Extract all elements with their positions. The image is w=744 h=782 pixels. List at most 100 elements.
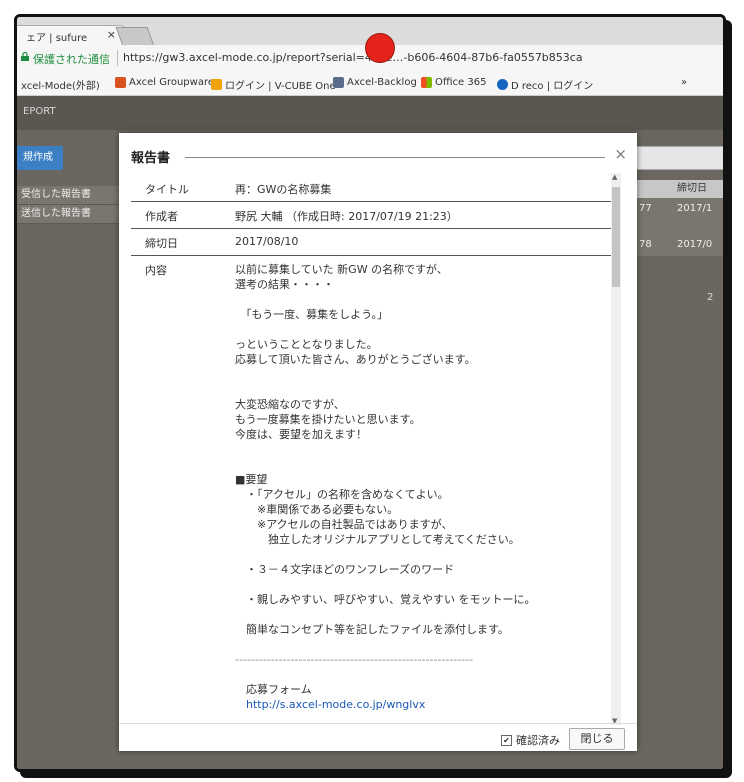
body-line <box>235 547 611 562</box>
body-line: 今度は、要望を加えます！ <box>235 428 367 441</box>
body-line: 簡単なコンセプト等を記したファイルを添付します。 <box>235 623 509 636</box>
row-id: 78 <box>639 239 652 250</box>
checkbox-icon[interactable]: ✔ <box>501 734 512 746</box>
bookmark-item[interactable]: ログイン | V-CUBE One <box>211 77 336 92</box>
field-row: 締切日 2017/08/10 <box>131 229 611 256</box>
app-header: EPORT <box>17 96 723 130</box>
app-title: EPORT <box>23 106 56 117</box>
sidebar: 受信した報告書 送信した報告書 <box>17 186 127 224</box>
body-line: 応募して頂いた皆さん、ありがとうございます。 <box>235 353 476 366</box>
bookmarks-more-icon[interactable]: » <box>681 77 687 88</box>
body-line <box>235 292 611 307</box>
row-id: 77 <box>639 203 652 214</box>
report-table: 締切日 77 2017/1 78 2017/0 <box>629 180 723 256</box>
bookmark-label: Axcel-Backlog <box>347 77 417 88</box>
body-line: 「もう一度、募集をしよう。」 <box>235 308 389 321</box>
body-line: ※アクセルの自社製品ではありますが、 <box>235 518 453 531</box>
bookmark-label: Office 365 <box>435 77 487 88</box>
body-line: ・３－４文字ほどのワンフレーズのワード <box>235 563 455 576</box>
body-line: っということとなりました。 <box>235 338 378 351</box>
close-icon[interactable]: × <box>614 145 627 163</box>
tab-title: ェア | sufure <box>26 33 88 44</box>
tab-close-icon[interactable]: × <box>107 28 116 41</box>
body-line: 独立したオリジナルアプリとして考えてください。 <box>235 533 520 546</box>
confirmed-label: 確認済み <box>516 734 560 747</box>
browser-tab[interactable]: ェア | sufure × <box>17 25 125 46</box>
body-line: もう一度募集を掛けたいと思います。 <box>235 413 421 426</box>
body-divider-line: ----------------------------------------… <box>235 653 474 666</box>
report-content: タイトル 再：GWの名称募集 作成者 野尻 大輔 （作成日時: 2017/07/… <box>131 175 611 715</box>
body-row: 内容 以前に募集していた 新GW の名称ですが、 選考の結果・・・・ 「もう一度… <box>131 256 611 712</box>
bookmarks-bar: xcel-Mode(外部) Axcel Groupware ログイン | V-C… <box>17 71 723 96</box>
vcube-icon <box>211 79 222 90</box>
divider <box>117 50 118 66</box>
body-line <box>235 367 611 382</box>
lock-icon <box>21 52 29 61</box>
dialog-title: 報告書 <box>131 151 171 166</box>
bookmark-label: ログイン | V-CUBE One <box>225 81 336 92</box>
record-indicator-icon <box>365 33 395 63</box>
table-row[interactable]: 77 2017/1 <box>629 198 723 220</box>
scroll-up-icon[interactable]: ▲ <box>612 173 617 181</box>
body-line <box>235 577 611 592</box>
new-tab-button[interactable] <box>115 27 155 46</box>
field-row: 作成者 野尻 大輔 （作成日時: 2017/07/19 21:23） <box>131 202 611 229</box>
office-icon <box>421 77 432 88</box>
body-line <box>235 667 611 682</box>
row-date: 2017/0 <box>677 239 713 250</box>
body-line <box>235 382 611 397</box>
page-number[interactable]: 2 <box>707 292 713 303</box>
body-text: 以前に募集していた 新GW の名称ですが、 選考の結果・・・・ 「もう一度、募集… <box>229 256 611 712</box>
url-text[interactable]: https://gw3.axcel-mode.co.jp/report?seri… <box>123 51 583 64</box>
application-form-link[interactable]: http://s.axcel-mode.co.jp/wnglvx <box>235 697 611 712</box>
dialog-scrollbar[interactable]: ▲ ▼ <box>611 173 621 725</box>
divider <box>185 157 605 158</box>
dialog-footer: ✔ 確認済み 閉じる <box>119 723 637 752</box>
body-line <box>235 607 611 622</box>
body-line: ※車関係である必要もない。 <box>235 503 399 516</box>
bookmark-item[interactable]: Axcel-Backlog <box>333 77 417 88</box>
body-line: 選考の結果・・・・ <box>235 278 334 291</box>
table-header: 締切日 <box>629 180 723 198</box>
field-value: 2017/08/10 <box>235 235 299 248</box>
sidebar-item-received[interactable]: 受信した報告書 <box>17 186 127 205</box>
field-label: タイトル <box>145 183 189 196</box>
body-line <box>235 442 611 457</box>
table-row[interactable]: 78 2017/0 <box>629 234 723 256</box>
more-label: » <box>681 77 688 88</box>
field-label: 内容 <box>145 264 167 277</box>
close-button[interactable]: 閉じる <box>569 728 625 750</box>
bookmark-item[interactable]: D reco | ログイン <box>497 77 593 92</box>
scrollbar-thumb[interactable] <box>612 187 620 287</box>
body-line <box>235 637 611 652</box>
body-line <box>235 322 611 337</box>
sidebar-item-sent[interactable]: 送信した報告書 <box>17 205 127 224</box>
secure-label: 保護された通信 <box>33 53 110 66</box>
field-label: 作成者 <box>145 210 178 223</box>
field-value: 再：GWの名称募集 <box>235 183 332 196</box>
confirmed-checkbox[interactable]: ✔ 確認済み <box>501 732 560 748</box>
body-line: 大変恐縮なのですが、 <box>235 398 345 411</box>
groupware-icon <box>115 77 126 88</box>
body-line: 応募フォーム <box>235 683 312 696</box>
bookmark-item[interactable]: Axcel Groupware <box>115 77 214 88</box>
backlog-icon <box>333 77 344 88</box>
field-value: 野尻 大輔 （作成日時: 2017/07/19 21:23） <box>235 210 458 223</box>
dreco-icon <box>497 79 508 90</box>
body-line <box>235 457 611 472</box>
bookmark-label: Axcel Groupware <box>129 77 214 88</box>
body-line: 以前に募集していた 新GW の名称ですが、 <box>235 263 448 276</box>
body-line: ■要望 <box>235 473 268 486</box>
bookmark-label: xcel-Mode(外部) <box>21 81 100 92</box>
field-label: 締切日 <box>145 237 178 250</box>
row-date: 2017/1 <box>677 203 713 214</box>
field-row: タイトル 再：GWの名称募集 <box>131 175 611 202</box>
body-line: ・親しみやすい、呼びやすい、覚えやすい をモットーに。 <box>235 593 536 606</box>
new-report-button[interactable]: 規作成 <box>17 146 63 170</box>
bookmark-item[interactable]: xcel-Mode(外部) <box>21 77 100 92</box>
bookmark-item[interactable]: Office 365 <box>421 77 486 88</box>
report-dialog: 報告書 × タイトル 再：GWの名称募集 作成者 野尻 大輔 （作成日時: 20… <box>119 133 637 751</box>
body-line: ・「アクセル」の名称を含めなくてよい。 <box>235 488 449 501</box>
browser-window: ェア | sufure × 保護された通信 https://gw3.axcel-… <box>14 14 726 772</box>
search-input[interactable] <box>631 146 723 170</box>
